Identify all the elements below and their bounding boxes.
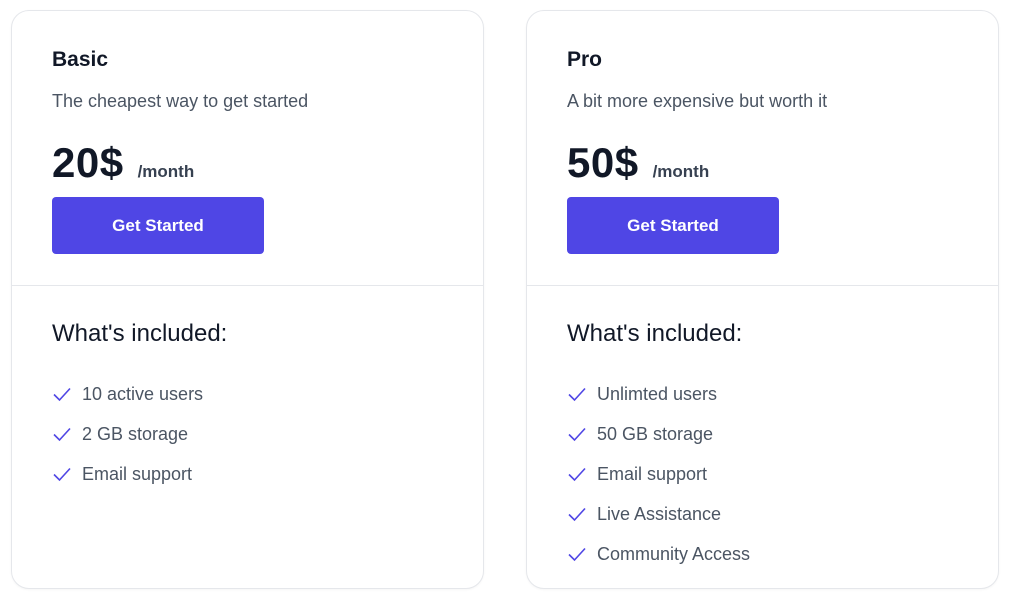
price-amount: 20$ (52, 139, 124, 186)
plan-header: Basic The cheapest way to get started 20… (12, 11, 483, 286)
feature-label: Community Access (597, 543, 751, 564)
feature-label: 10 active users (82, 383, 204, 404)
included-title: What's included: (567, 320, 743, 347)
feature-item: Community Access (567, 534, 750, 574)
feature-label: Email support (82, 463, 193, 484)
feature-item: Unlimted users (567, 374, 750, 414)
check-icon (567, 544, 587, 564)
plan-price: 50$ /month (567, 139, 709, 187)
check-icon (52, 424, 72, 444)
feature-item: Live Assistance (567, 494, 750, 534)
feature-item: Email support (52, 454, 203, 494)
check-icon (52, 384, 72, 404)
plan-price: 20$ /month (52, 139, 194, 187)
feature-label: 2 GB storage (82, 423, 189, 444)
check-icon (52, 464, 72, 484)
feature-label: Unlimted users (597, 383, 718, 404)
check-icon (567, 504, 587, 524)
feature-label: Email support (597, 463, 708, 484)
plan-description: A bit more expensive but worth it (567, 91, 828, 111)
feature-label: Live Assistance (597, 503, 722, 524)
feature-label: 50 GB storage (597, 423, 714, 444)
plan-name: Basic (52, 48, 109, 71)
included-title: What's included: (52, 320, 228, 347)
feature-item: 10 active users (52, 374, 203, 414)
check-icon (567, 384, 587, 404)
plan-header: Pro A bit more expensive but worth it 50… (527, 11, 998, 286)
feature-item: Email support (567, 454, 750, 494)
feature-list: Unlimted users 50 GB storage Email suppo… (567, 374, 750, 574)
pricing-section: Basic The cheapest way to get started 20… (0, 0, 1021, 613)
feature-item: 50 GB storage (567, 414, 750, 454)
price-period: /month (137, 162, 195, 181)
plan-card-pro: Pro A bit more expensive but worth it 50… (526, 10, 999, 589)
feature-list: 10 active users 2 GB storage Email suppo… (52, 374, 203, 494)
get-started-button[interactable]: Get Started (52, 197, 264, 254)
plan-name: Pro (567, 48, 603, 71)
check-icon (567, 464, 587, 484)
plan-card-basic: Basic The cheapest way to get started 20… (11, 10, 484, 589)
check-icon (567, 424, 587, 444)
price-amount: 50$ (567, 139, 639, 186)
feature-item: 2 GB storage (52, 414, 203, 454)
price-period: /month (652, 162, 710, 181)
get-started-button[interactable]: Get Started (567, 197, 779, 254)
plan-description: The cheapest way to get started (52, 91, 309, 111)
